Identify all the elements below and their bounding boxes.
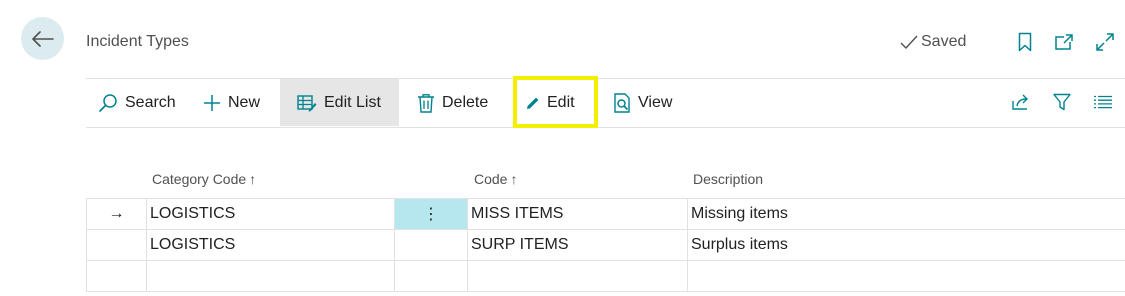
row-actions-cell[interactable]	[394, 229, 468, 261]
table-row[interactable]	[86, 260, 1125, 292]
table-row[interactable]: LOGISTICS SURP ITEMS Surplus items	[86, 229, 1125, 261]
arrow-left-icon	[31, 30, 54, 47]
sort-ascending-icon: ↑	[249, 171, 257, 187]
row-actions-cell[interactable]	[394, 260, 468, 292]
delete-button[interactable]: Delete	[417, 79, 488, 126]
view-label: View	[638, 93, 673, 111]
row-actions-icon[interactable]: ⋮	[394, 198, 468, 230]
search-button[interactable]: Search	[98, 79, 176, 126]
column-header-code[interactable]: Code ↑	[474, 171, 517, 187]
description-cell[interactable]: Missing items	[687, 198, 1125, 230]
category-code-cell[interactable]	[146, 260, 395, 292]
category-code-cell[interactable]: LOGISTICS	[146, 229, 395, 261]
open-new-window-icon[interactable]	[1053, 31, 1075, 53]
delete-label: Delete	[442, 93, 489, 111]
share-icon[interactable]	[1010, 91, 1032, 113]
code-cell[interactable]	[467, 260, 688, 292]
new-label: New	[228, 93, 261, 111]
saved-label: Saved	[921, 33, 967, 50]
row-indicator	[86, 260, 147, 292]
edit-list-button[interactable]: Edit List	[280, 79, 399, 126]
filter-icon[interactable]	[1051, 91, 1073, 113]
code-cell[interactable]: SURP ITEMS	[467, 229, 688, 261]
list-view-icon[interactable]	[1092, 91, 1114, 113]
view-document-icon	[613, 92, 631, 113]
action-toolbar: Search New Edit List Delete Edit View	[86, 79, 1125, 127]
row-indicator	[86, 229, 147, 261]
code-cell[interactable]: MISS ITEMS	[467, 198, 688, 230]
toolbar-divider	[86, 127, 1125, 128]
page-title: Incident Types	[86, 33, 189, 50]
back-button[interactable]	[21, 17, 64, 60]
trash-icon	[417, 93, 435, 113]
edit-list-label: Edit List	[324, 93, 381, 111]
view-button[interactable]: View	[613, 79, 672, 126]
incident-types-table: → LOGISTICS ⋮ MISS ITEMS Missing items L…	[86, 198, 1125, 292]
edit-button[interactable]: Edit	[526, 79, 575, 126]
current-row-arrow-icon: →	[86, 198, 147, 230]
description-cell[interactable]: Surplus items	[687, 229, 1125, 261]
column-header-description[interactable]: Description	[693, 171, 763, 187]
expand-icon[interactable]	[1094, 31, 1116, 53]
new-button[interactable]: New	[203, 79, 260, 126]
category-code-cell[interactable]: LOGISTICS	[146, 198, 395, 230]
search-icon	[98, 93, 118, 113]
search-label: Search	[125, 93, 176, 111]
bookmark-icon[interactable]	[1014, 31, 1036, 53]
description-cell[interactable]	[687, 260, 1125, 292]
checkmark-icon	[900, 34, 918, 50]
table-row[interactable]: → LOGISTICS ⋮ MISS ITEMS Missing items	[86, 198, 1125, 230]
column-header-category-code[interactable]: Category Code ↑	[152, 171, 256, 187]
plus-icon	[203, 94, 221, 112]
pencil-icon	[526, 96, 540, 110]
edit-label: Edit	[547, 93, 575, 111]
sort-ascending-icon: ↑	[510, 171, 518, 187]
edit-list-icon	[297, 94, 317, 112]
page: Incident Types Saved Search New Edit Lis…	[0, 0, 1125, 296]
saved-status: Saved	[900, 33, 966, 51]
